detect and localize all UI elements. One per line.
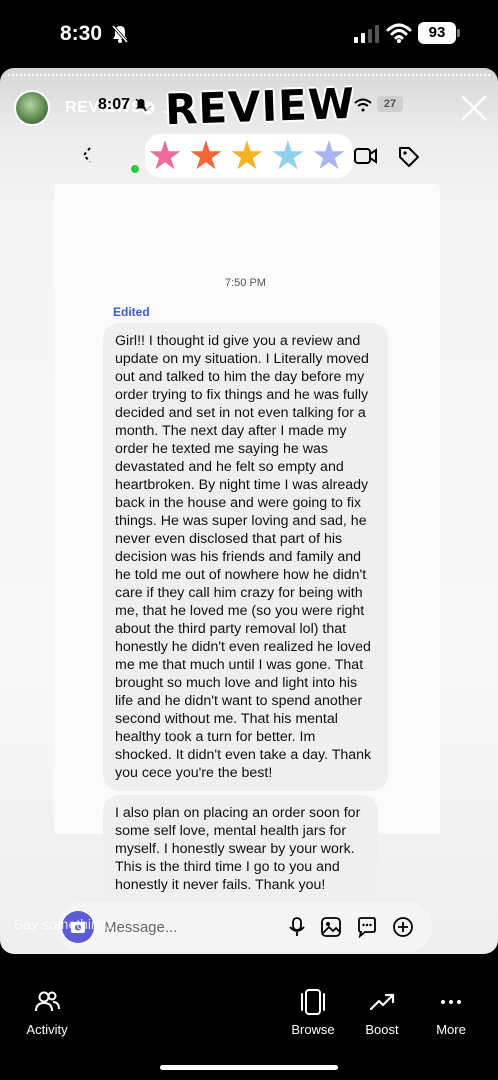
nav-boost[interactable]: Boost [342, 988, 422, 1037]
status-time: 8:30 [60, 22, 103, 45]
story-viewer[interactable]: REVIEWS June 21 8:07 27 REVIEW ★ ★ ★ ★ ★… [0, 68, 498, 954]
nav-activity-label: Activity [26, 1022, 68, 1037]
nav-more[interactable]: More [411, 988, 491, 1037]
star-rating-sticker: ★ ★ ★ ★ ★ [145, 134, 353, 178]
nav-browse-label: Browse [291, 1022, 335, 1037]
screenshot-battery: 27 [377, 96, 403, 112]
message-timestamp: 7:50 PM [225, 277, 266, 289]
star-icon: ★ [311, 134, 347, 178]
wifi-icon [386, 23, 412, 43]
story-reply-input[interactable]: Say something... [14, 916, 118, 932]
nav-boost-label: Boost [365, 1022, 399, 1037]
battery-indicator: 93 [418, 22, 460, 44]
home-indicator [160, 1065, 338, 1070]
edited-label: Edited [113, 305, 150, 319]
star-icon: ★ [147, 134, 183, 178]
message-bubble: I also plan on placing an order soon for… [103, 795, 378, 899]
sticker-chat-icon [358, 917, 376, 938]
star-icon: ★ [270, 134, 306, 178]
signal-icon [354, 25, 379, 43]
message-bubble: Girl!! I thought id give you a review an… [103, 323, 388, 791]
more-icon [441, 1000, 461, 1004]
online-indicator [131, 165, 139, 173]
star-icon: ★ [188, 134, 224, 178]
people-icon [35, 991, 60, 1012]
nav-browse[interactable]: Browse [273, 988, 353, 1037]
video-call-icon [354, 148, 377, 164]
screenshot-time: 8:07 [98, 96, 131, 113]
microphone-icon [289, 917, 305, 936]
tag-icon [399, 147, 419, 167]
add-icon [393, 917, 413, 937]
browse-icon [301, 989, 325, 1015]
gallery-icon [321, 917, 341, 937]
review-sticker: REVIEW [164, 78, 356, 135]
back-chevron-icon [82, 147, 91, 163]
nav-activity[interactable]: Activity [7, 988, 87, 1037]
star-icon: ★ [229, 134, 265, 178]
wifi-icon [354, 98, 372, 112]
trending-up-icon [369, 993, 395, 1011]
status-bar: 8:30 93 [0, 0, 498, 66]
bell-muted-icon [111, 25, 129, 43]
bell-muted-icon [135, 98, 147, 112]
nav-more-label: More [436, 1022, 466, 1037]
